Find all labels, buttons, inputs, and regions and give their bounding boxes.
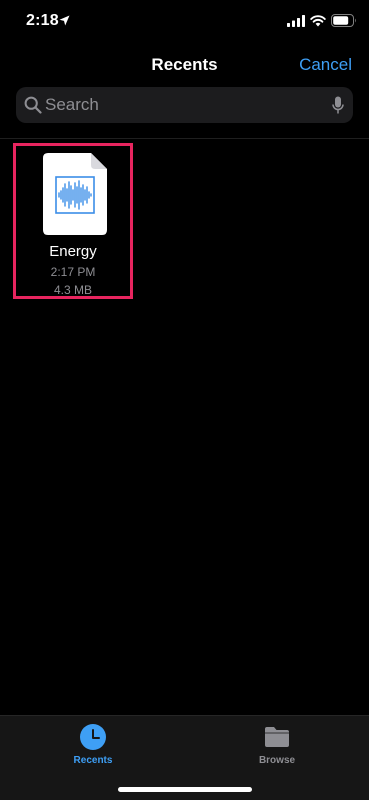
tab-recents-label: Recents bbox=[73, 755, 113, 766]
files-recents-screen: 2:18 Recents Cancel Search Energy 2:17 P… bbox=[0, 0, 369, 800]
status-bar: 2:18 bbox=[0, 0, 369, 44]
microphone-icon[interactable] bbox=[332, 96, 344, 115]
cellular-signal-icon bbox=[287, 15, 305, 27]
wifi-icon bbox=[310, 15, 326, 27]
home-indicator[interactable] bbox=[118, 787, 252, 792]
battery-icon bbox=[331, 14, 356, 27]
file-name: Energy bbox=[49, 243, 97, 260]
clock-icon bbox=[80, 724, 106, 750]
location-arrow-icon bbox=[59, 15, 70, 26]
status-time: 2:18 bbox=[26, 12, 59, 29]
audio-waveform-document-icon bbox=[43, 153, 107, 235]
tab-browse[interactable]: Browse bbox=[227, 722, 327, 772]
tab-recents[interactable]: Recents bbox=[43, 722, 143, 772]
file-modified-time: 2:17 PM bbox=[50, 265, 96, 279]
search-icon bbox=[24, 96, 42, 114]
search-bar[interactable] bbox=[16, 87, 353, 123]
file-size: 4.3 MB bbox=[53, 283, 92, 297]
tab-browse-label: Browse bbox=[258, 755, 296, 766]
cancel-button[interactable]: Cancel bbox=[299, 55, 352, 75]
divider bbox=[0, 138, 369, 139]
folder-icon bbox=[265, 727, 289, 747]
search-input[interactable] bbox=[45, 87, 315, 123]
file-item-energy[interactable]: Energy 2:17 PM 4.3 MB bbox=[13, 143, 133, 299]
